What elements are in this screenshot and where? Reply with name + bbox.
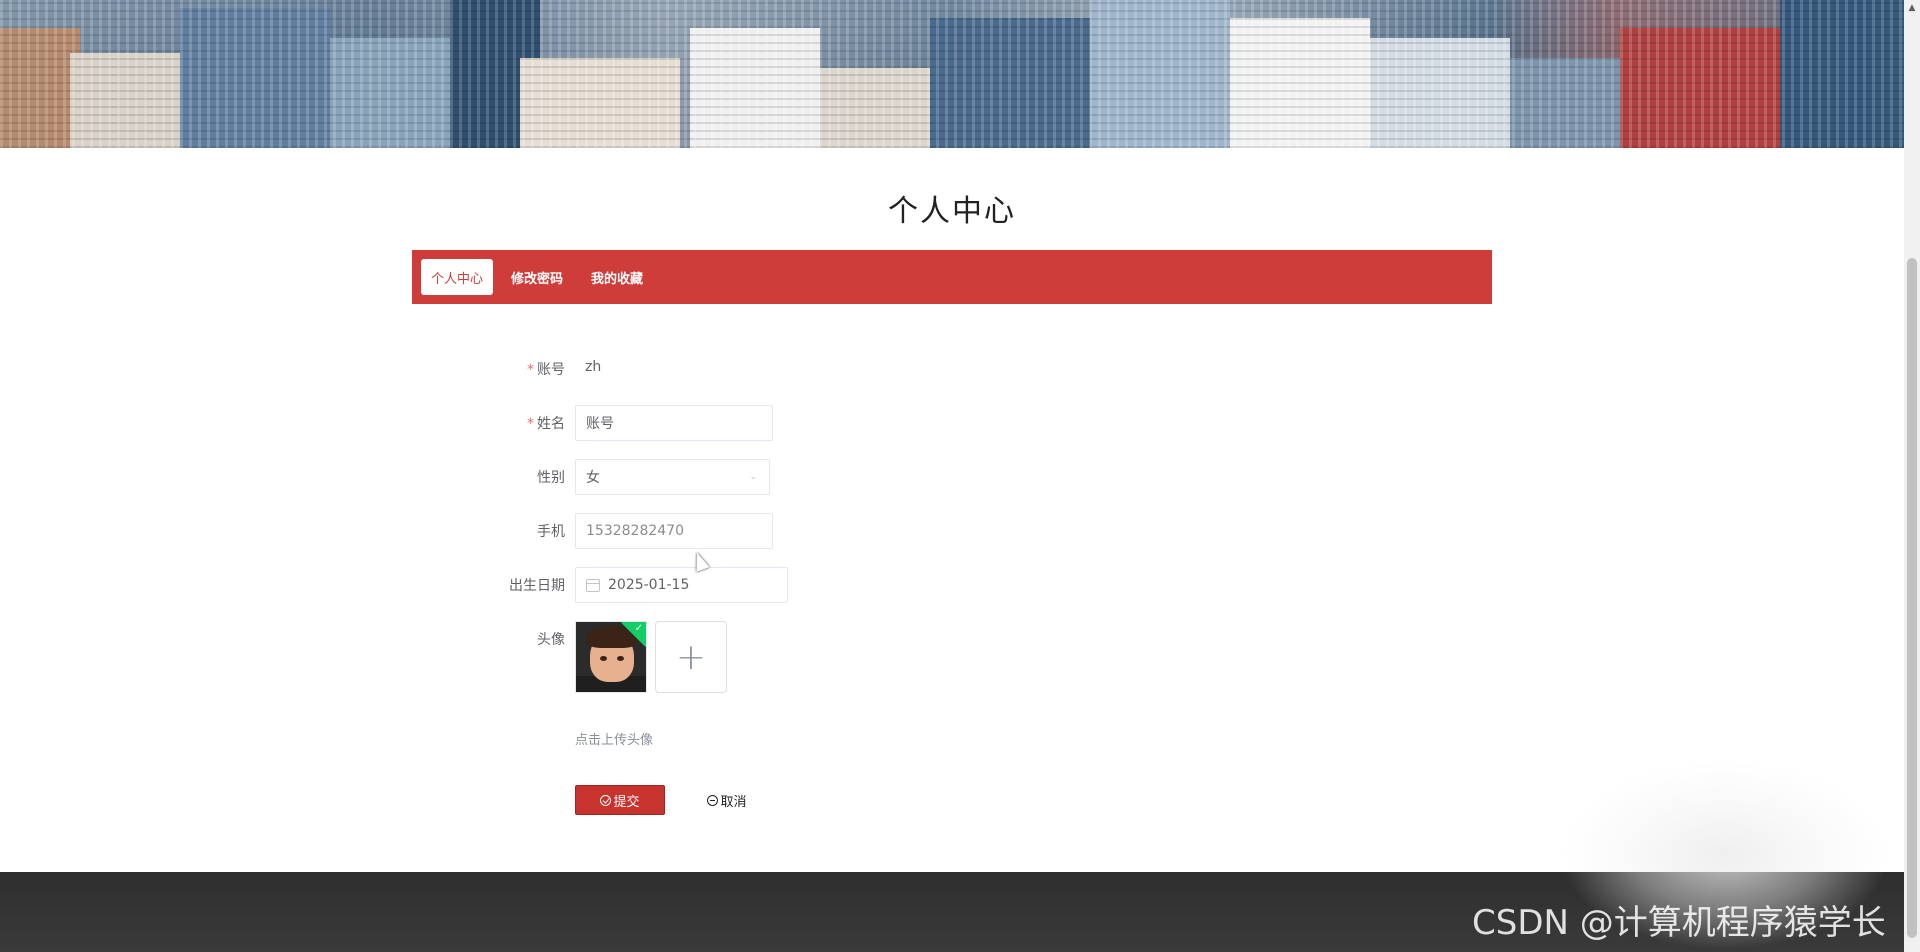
phone-label: 手机 — [537, 524, 565, 540]
avatar-eye — [617, 656, 624, 661]
header-banner — [0, 0, 1904, 148]
banner-window-texture — [0, 0, 1904, 148]
scrollbar-thumb[interactable] — [1907, 258, 1917, 938]
calendar-icon — [586, 578, 600, 592]
avatar-upload-button[interactable]: + — [655, 621, 727, 693]
gender-label: 性别 — [537, 470, 565, 486]
circle-check-icon — [600, 794, 612, 806]
required-asterisk: * — [527, 362, 534, 378]
birthday-label: 出生日期 — [509, 578, 565, 594]
page-scrollbar[interactable]: ▲ — [1904, 0, 1920, 952]
cancel-button[interactable]: 取消 — [700, 785, 754, 815]
scroll-up-arrow-icon[interactable]: ▲ — [1904, 0, 1920, 16]
tab-change-password[interactable]: 修改密码 — [501, 259, 573, 295]
check-icon: ✓ — [634, 623, 643, 634]
account-value: zh — [585, 359, 602, 375]
birthday-value: 2025-01-15 — [608, 577, 690, 593]
submit-button[interactable]: 提交 — [575, 785, 665, 815]
tab-bar: 个人中心 修改密码 我的收藏 — [412, 250, 1492, 304]
avatar-eye — [600, 656, 607, 661]
birthday-date-picker[interactable]: 2025-01-15 — [575, 567, 788, 603]
required-asterisk: * — [527, 416, 534, 432]
gender-select[interactable]: 女 ⌄ — [575, 459, 770, 495]
chevron-down-icon: ⌄ — [749, 472, 757, 482]
circle-minus-icon — [707, 794, 719, 806]
watermark-text: CSDN @计算机程序猿学长 — [1472, 903, 1886, 943]
avatar-upload-hint: 点击上传头像 — [575, 733, 654, 748]
page-title: 个人中心 — [888, 194, 1016, 229]
account-label: * 账号 — [527, 362, 565, 378]
tab-personal-center[interactable]: 个人中心 — [421, 259, 494, 295]
avatar-label: 头像 — [537, 632, 565, 648]
gender-selected-value: 女 — [586, 470, 600, 486]
phone-input[interactable] — [575, 513, 773, 549]
plus-icon: + — [675, 636, 707, 678]
name-input[interactable] — [575, 405, 773, 441]
avatar-thumbnail[interactable]: ✓ — [575, 621, 647, 693]
tab-my-favorites[interactable]: 我的收藏 — [581, 259, 653, 295]
name-label: * 姓名 — [527, 416, 565, 432]
